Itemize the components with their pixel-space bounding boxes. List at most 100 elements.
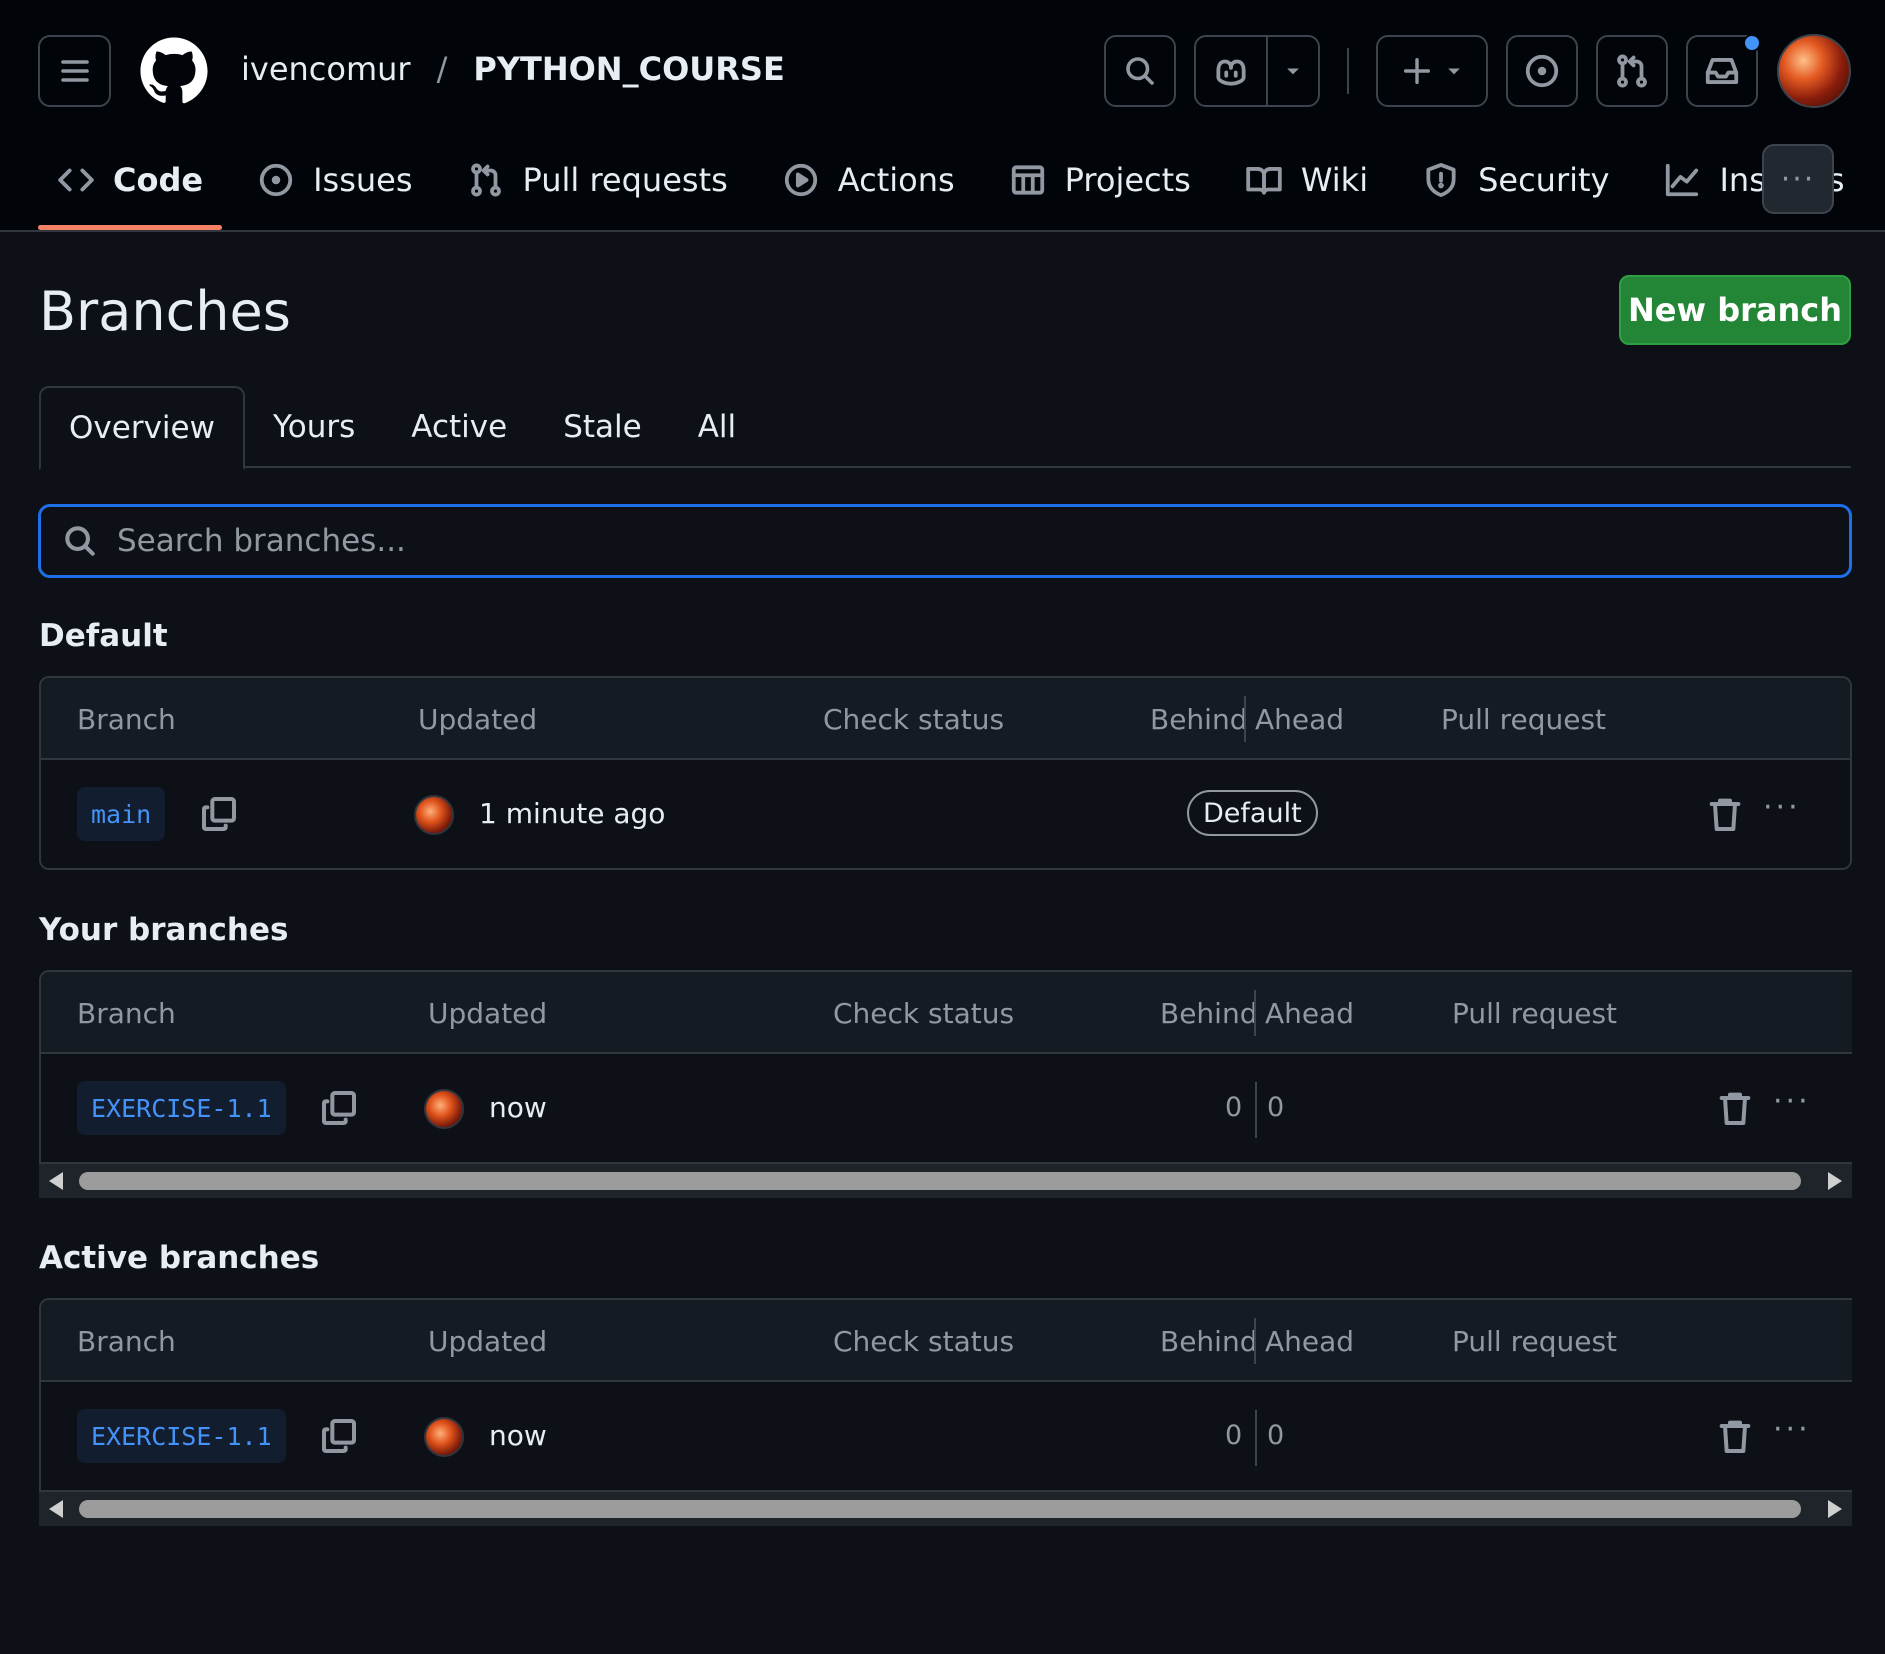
updated-time: 1 minute ago xyxy=(479,797,666,830)
column-behind: Behind xyxy=(1160,1325,1258,1358)
tab-security[interactable]: Security xyxy=(1403,140,1628,220)
copy-icon xyxy=(202,797,236,831)
section-title-active: Active branches xyxy=(39,1240,320,1276)
issue-opened-icon xyxy=(259,163,293,197)
behind-ahead-divider xyxy=(1254,990,1256,1036)
play-icon xyxy=(784,163,817,197)
kebab-horizontal-icon: ··· xyxy=(1773,1412,1811,1447)
owner-link[interactable]: ivencomur xyxy=(241,50,411,88)
search-button[interactable] xyxy=(1104,35,1176,107)
copilot-icon xyxy=(1216,59,1246,86)
behind-count: 0 xyxy=(1225,1092,1243,1123)
tab-label: Issues xyxy=(313,161,413,199)
behind-count: 0 xyxy=(1225,1420,1243,1451)
column-branch: Branch xyxy=(77,1325,176,1358)
copilot-dropdown-button[interactable] xyxy=(1268,37,1318,105)
ahead-count: 0 xyxy=(1267,1420,1285,1451)
table-row: main 1 minute ago Default ··· xyxy=(41,760,1850,868)
column-check-status: Check status xyxy=(833,1325,1015,1358)
table-row: EXERCISE-1.1 now 0 0 ··· xyxy=(41,1382,1852,1490)
more-tabs-button[interactable]: ··· xyxy=(1762,144,1834,214)
scroll-left-icon[interactable] xyxy=(49,1172,63,1190)
tab-projects[interactable]: Projects xyxy=(990,140,1210,220)
behind-ahead-divider xyxy=(1254,1318,1256,1364)
repo-link[interactable]: PYTHON_COURSE xyxy=(473,50,784,88)
inbox-icon xyxy=(1705,58,1739,84)
scroll-right-icon[interactable] xyxy=(1828,1500,1842,1518)
triangle-down-icon xyxy=(1287,68,1299,75)
search-box xyxy=(38,504,1852,578)
branch-name-link[interactable]: EXERCISE-1.1 xyxy=(77,1409,286,1463)
new-branch-button[interactable]: New branch xyxy=(1619,275,1851,345)
subtab-all[interactable]: All xyxy=(670,386,764,468)
horizontal-scrollbar[interactable] xyxy=(39,1164,1852,1198)
branch-menu-button[interactable]: ··· xyxy=(1763,790,1801,825)
kebab-horizontal-icon: ··· xyxy=(1773,1084,1811,1119)
tab-actions[interactable]: Actions xyxy=(763,140,974,220)
subtab-overview[interactable]: Overview xyxy=(39,386,245,470)
scroll-right-icon[interactable] xyxy=(1828,1172,1842,1190)
github-logo-icon[interactable] xyxy=(139,36,209,106)
tab-issues[interactable]: Issues xyxy=(238,140,431,220)
top-bar: ivencomur / PYTHON_COURSE Code Issues Pu… xyxy=(0,0,1885,232)
scrollbar-thumb[interactable] xyxy=(79,1500,1801,1518)
issues-button[interactable] xyxy=(1506,35,1578,107)
shield-icon xyxy=(1426,163,1456,197)
scroll-left-icon[interactable] xyxy=(49,1500,63,1518)
column-pull-request: Pull request xyxy=(1441,703,1607,736)
create-new-button[interactable] xyxy=(1376,35,1488,107)
tab-label: Code xyxy=(113,161,204,199)
menu-button[interactable] xyxy=(38,35,111,107)
copilot-button[interactable] xyxy=(1196,37,1268,105)
tab-label: Security xyxy=(1478,161,1610,199)
default-badge: Default xyxy=(1187,790,1318,836)
ahead-count: 0 xyxy=(1267,1092,1285,1123)
active-branches-table: Branch Updated Check status Behind Ahead… xyxy=(39,1298,1852,1492)
column-ahead: Ahead xyxy=(1255,703,1345,736)
copy-button[interactable] xyxy=(319,1088,359,1132)
user-avatar[interactable] xyxy=(1777,34,1851,108)
repo-nav: Code Issues Pull requests Actions Projec… xyxy=(38,140,1880,232)
branch-menu-button[interactable]: ··· xyxy=(1773,1084,1811,1119)
updated-time: now xyxy=(489,1091,547,1124)
column-check-status: Check status xyxy=(833,997,1015,1030)
section-title-yours: Your branches xyxy=(39,912,289,948)
subtab-stale[interactable]: Stale xyxy=(535,386,670,468)
delete-branch-button[interactable] xyxy=(1715,1088,1755,1132)
git-pull-request-icon xyxy=(470,163,501,197)
delete-branch-button[interactable] xyxy=(1705,794,1745,838)
column-ahead: Ahead xyxy=(1265,1325,1355,1358)
pull-requests-button[interactable] xyxy=(1596,35,1668,107)
author-avatar[interactable] xyxy=(424,1417,464,1457)
branch-name-link[interactable]: main xyxy=(77,787,166,841)
horizontal-scrollbar[interactable] xyxy=(39,1492,1852,1526)
branch-menu-button[interactable]: ··· xyxy=(1773,1412,1811,1447)
tab-code[interactable]: Code xyxy=(38,140,223,230)
default-branch-table: Branch Updated Check status Behind Ahead… xyxy=(39,676,1852,870)
tab-pull-requests[interactable]: Pull requests xyxy=(448,140,747,220)
delete-branch-button[interactable] xyxy=(1715,1416,1755,1460)
behind-ahead-divider xyxy=(1255,1410,1257,1466)
copy-button[interactable] xyxy=(199,794,239,838)
hamburger-icon xyxy=(60,60,89,82)
scrollbar-thumb[interactable] xyxy=(79,1172,1801,1190)
triangle-down-icon xyxy=(1448,68,1460,75)
tab-wiki[interactable]: Wiki xyxy=(1226,140,1387,220)
subtab-yours[interactable]: Yours xyxy=(245,386,383,468)
copy-button[interactable] xyxy=(319,1416,359,1460)
branch-name-link[interactable]: EXERCISE-1.1 xyxy=(77,1081,286,1135)
tab-label: Pull requests xyxy=(522,161,728,199)
book-icon xyxy=(1246,167,1282,195)
search-input[interactable] xyxy=(117,523,1817,559)
subtab-active[interactable]: Active xyxy=(383,386,535,468)
trash-icon xyxy=(1719,1092,1751,1125)
column-pull-request: Pull request xyxy=(1452,1325,1618,1358)
kebab-horizontal-icon: ··· xyxy=(1780,161,1816,197)
table-icon xyxy=(1011,165,1044,195)
author-avatar[interactable] xyxy=(414,795,454,835)
breadcrumb-separator: / xyxy=(436,50,448,88)
trash-icon xyxy=(1719,1420,1751,1453)
author-avatar[interactable] xyxy=(424,1089,464,1129)
column-ahead: Ahead xyxy=(1265,997,1355,1030)
copilot-group xyxy=(1194,35,1320,107)
